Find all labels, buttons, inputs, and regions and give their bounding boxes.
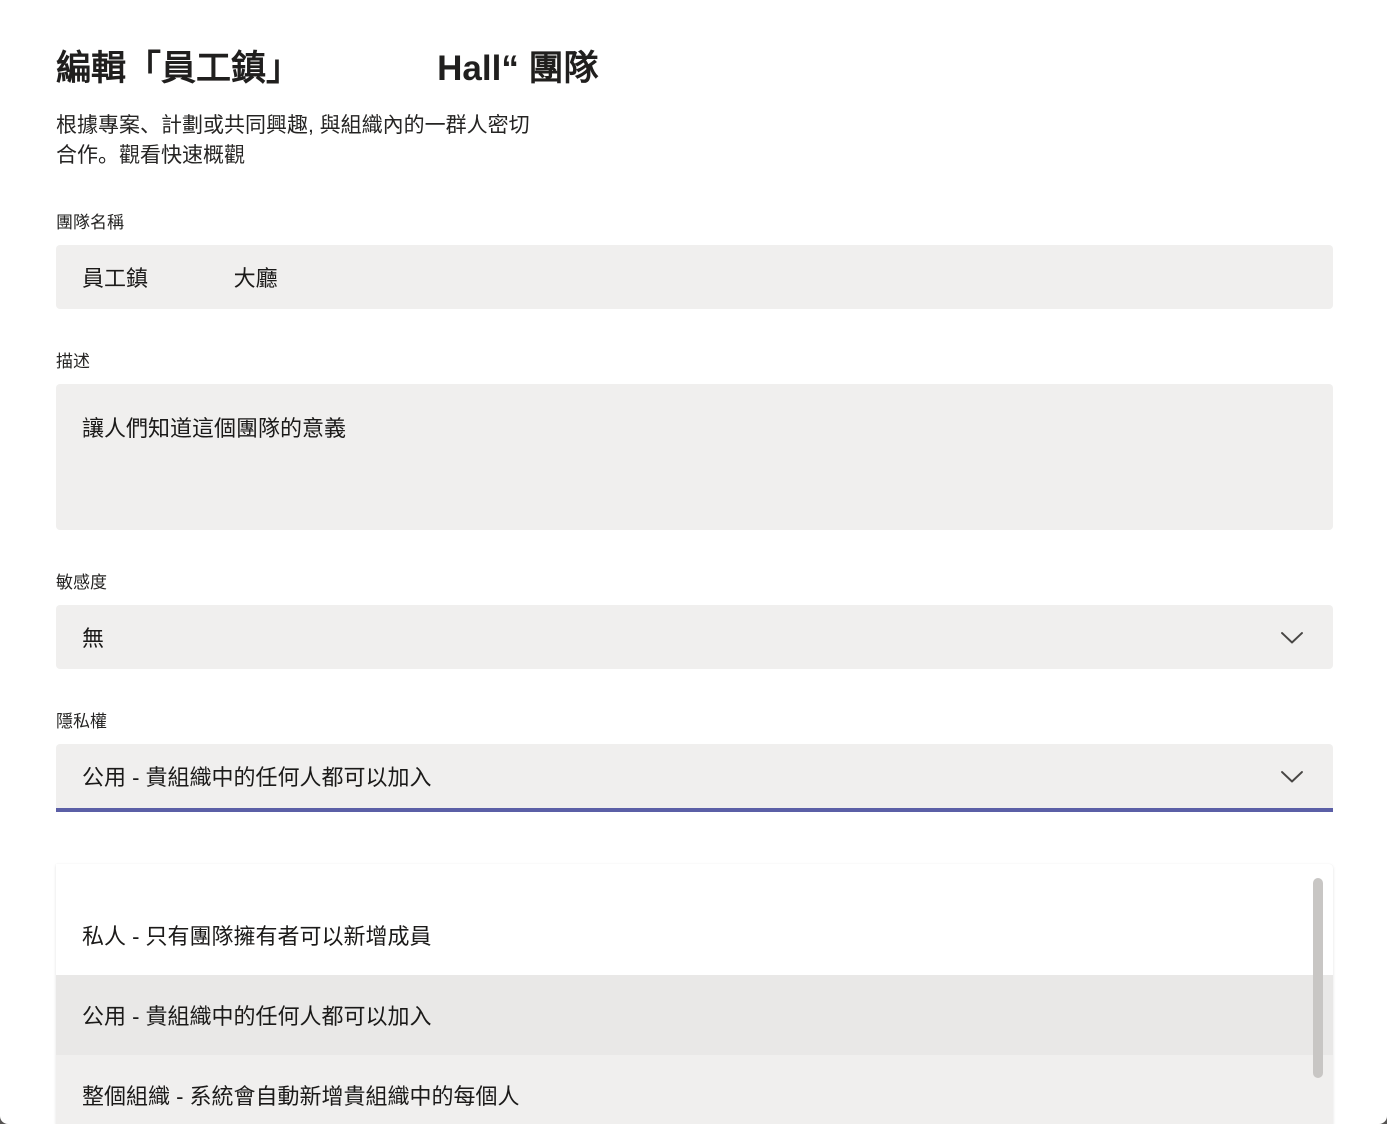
privacy-option-label: 私人 - 只有團隊擁有者可以新增成員 [82, 924, 432, 949]
chevron-down-icon [1277, 761, 1307, 791]
description-field-group: 描述 讓人們知道這個團隊的意義 [56, 353, 1333, 530]
privacy-dropdown-list: 私人 - 只有團隊擁有者可以新增成員 公用 - 貴組織中的任何人都可以加入 整個… [56, 864, 1333, 1124]
edit-team-dialog: 編輯「員工鎮」 Hall“ 團隊 根據專案、計劃或共同興趣, 與組織內的一群人密… [0, 0, 1387, 1124]
privacy-focus-underline [56, 807, 1333, 812]
privacy-field-group: 隱私權 公用 - 貴組織中的任何人都可以加入 [56, 711, 1333, 812]
privacy-value: 公用 - 貴組織中的任何人都可以加入 [82, 764, 432, 790]
team-name-label: 團隊名稱 [56, 212, 124, 232]
description-input[interactable]: 讓人們知道這個團隊的意義 [56, 383, 1333, 530]
dropdown-scrollbar[interactable] [1313, 878, 1323, 1108]
dialog-content: 編輯「員工鎮」 Hall“ 團隊 根據專案、計劃或共同興趣, 與組織內的一群人密… [56, 0, 1333, 812]
privacy-option-label: 整個組織 - 系統會自動新增貴組織中的每個人 [82, 1084, 520, 1109]
team-name-value: 員工鎮 大廳 [82, 265, 278, 291]
dialog-subtitle: 根據專案、計劃或共同興趣, 與組織內的一群人密切 合作。觀看快速概觀 [56, 113, 530, 168]
chevron-down-icon [1277, 622, 1307, 652]
sensitivity-field-group: 敏感度 無 [56, 574, 1333, 669]
team-name-field-group: 團隊名稱 員工鎮 大廳 [56, 214, 1333, 309]
privacy-option-org-wide[interactable]: 整個組織 - 系統會自動新增貴組織中的每個人 [56, 1055, 1333, 1124]
privacy-option-public[interactable]: 公用 - 貴組織中的任何人都可以加入 [56, 975, 1333, 1055]
privacy-option-label: 公用 - 貴組織中的任何人都可以加入 [82, 1004, 432, 1029]
sensitivity-select[interactable]: 無 [56, 604, 1333, 669]
privacy-label: 隱私權 [56, 711, 107, 731]
team-name-input[interactable]: 員工鎮 大廳 [56, 244, 1333, 309]
sensitivity-value: 無 [82, 625, 105, 651]
privacy-select[interactable]: 公用 - 貴組織中的任何人都可以加入 [56, 743, 1333, 812]
privacy-option-private[interactable]: 私人 - 只有團隊擁有者可以新增成員 [56, 895, 1333, 975]
description-value: 讓人們知道這個團隊的意義 [82, 415, 347, 441]
description-label: 描述 [56, 351, 90, 371]
page-title: 編輯「員工鎮」 Hall“ 團隊 [56, 49, 599, 88]
dropdown-scrollbar-thumb[interactable] [1313, 878, 1323, 1078]
sensitivity-label: 敏感度 [56, 572, 107, 592]
